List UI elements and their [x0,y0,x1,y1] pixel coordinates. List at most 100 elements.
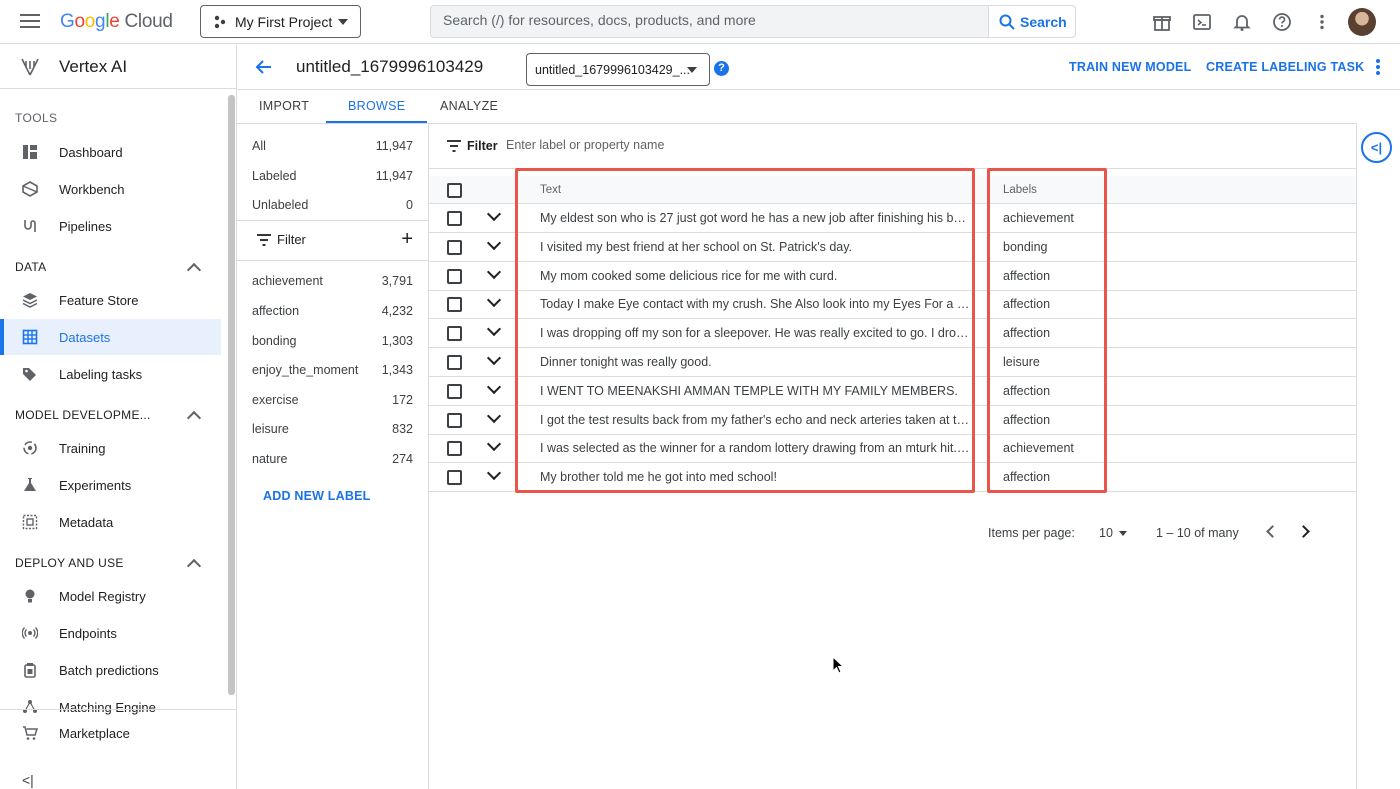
row-checkbox[interactable] [447,383,462,399]
table-row[interactable]: I WENT TO MEENAKSHI AMMAN TEMPLE WITH MY… [429,377,1356,406]
label-item[interactable]: bonding 1,303 [252,334,413,348]
add-icon[interactable]: + [401,228,413,251]
next-page-icon[interactable] [1297,525,1310,538]
expand-row-chevron-icon[interactable] [486,322,502,337]
sidebar-item-endpoints[interactable]: Endpoints [0,615,221,651]
sidebar-item-datasets[interactable]: Datasets [0,319,221,355]
table-row[interactable]: I visited my best friend at her school o… [429,233,1356,262]
row-checkbox[interactable] [447,412,462,428]
tab-import[interactable]: IMPORT [259,99,309,113]
table-row[interactable]: I was selected as the winner for a rando… [429,434,1356,464]
tab-analyze[interactable]: ANALYZE [440,99,498,113]
expand-panel-button[interactable]: <| [1361,132,1392,163]
label-item[interactable]: achievement 3,791 [252,274,413,288]
label-item[interactable]: leisure 832 [252,422,413,436]
filter-input[interactable] [506,138,906,152]
more-vert-icon[interactable] [1376,59,1380,77]
project-selector[interactable]: My First Project [200,5,361,38]
filter-icon [447,140,461,152]
deploy-section-header[interactable]: DEPLOY AND USE [15,555,205,574]
table-row[interactable]: Dinner tonight was really good. leisure [429,348,1356,377]
sidebar-item-labeling-tasks[interactable]: Labeling tasks [0,356,221,392]
back-arrow-icon[interactable] [255,58,273,76]
row-checkbox[interactable] [447,441,462,457]
sidebar-item-pipelines[interactable]: Pipelines [0,208,221,244]
expand-row-chevron-icon[interactable] [486,408,502,423]
expand-row-chevron-icon[interactable] [486,206,502,222]
train-new-model-button[interactable]: TRAIN NEW MODEL [1069,60,1191,74]
sidebar-item-metadata[interactable]: Metadata [0,504,221,540]
label-name: affection [252,304,300,318]
sidebar-scrollbar[interactable] [228,95,235,695]
previous-page-icon[interactable] [1266,525,1279,538]
table-row[interactable]: My eldest son who is 27 just got word he… [429,204,1356,233]
expand-row-chevron-icon[interactable] [486,379,502,394]
chevron-down-icon[interactable] [1119,531,1127,536]
google-cloud-logo[interactable]: Google Cloud [60,11,173,33]
expand-row-chevron-icon[interactable] [486,437,502,452]
dataset-version-select[interactable]: untitled_1679996103429_... [526,53,710,86]
bell-icon[interactable] [1228,8,1256,36]
main-menu-icon[interactable] [20,14,40,30]
label-summary-labeled[interactable]: Labeled 11,947 [252,169,413,183]
expand-row-chevron-icon[interactable] [486,350,502,366]
row-checkbox[interactable] [447,470,462,486]
sidebar-item-experiments[interactable]: Experiments [0,467,221,503]
cloud-shell-icon[interactable] [1188,8,1216,36]
expand-row-chevron-icon[interactable] [486,264,502,279]
search-box: Search [430,5,1076,38]
row-checkbox[interactable] [447,211,462,226]
expand-row-chevron-icon[interactable] [486,293,502,308]
label-name: exercise [252,393,299,407]
help-icon[interactable] [1268,8,1296,36]
row-checkbox[interactable] [447,239,462,255]
table-row[interactable]: Today I make Eye contact with my crush. … [429,290,1356,320]
table-row[interactable]: My brother told me he got into med schoo… [429,463,1356,493]
table-row[interactable]: My mom cooked some delicious rice for me… [429,262,1356,291]
sidebar-item-marketplace[interactable]: Marketplace [0,715,221,751]
sidebar-item-dashboard[interactable]: Dashboard [0,134,221,170]
items-per-page-select[interactable]: 10 [1099,526,1113,540]
collapse-sidebar-icon[interactable]: <| [22,772,34,788]
label-name: Labeled [252,169,297,183]
search-button[interactable]: Search [988,6,1075,37]
label-item[interactable]: exercise 172 [252,393,413,407]
sidebar-item-feature-store[interactable]: Feature Store [0,282,221,318]
row-checkbox[interactable] [447,355,462,370]
tools-section-label: TOOLS [15,111,58,125]
label-summary-all[interactable]: All 11,947 [252,139,413,153]
page-range: 1 – 10 of many [1156,526,1239,540]
row-checkbox[interactable] [447,268,462,284]
tab-browse[interactable]: BROWSE [348,99,405,113]
model-development-section-header[interactable]: MODEL DEVELOPME... [15,407,205,426]
sidebar-item-batch-predictions[interactable]: Batch predictions [0,652,221,688]
label-summary-unlabeled[interactable]: Unlabeled 0 [252,198,413,212]
search-input[interactable] [443,12,983,28]
row-checkbox[interactable] [447,326,462,342]
sidebar-item-workbench[interactable]: Workbench [0,171,221,207]
select-all-checkbox[interactable] [447,183,462,198]
sidebar-item-training[interactable]: Training [0,430,221,466]
table-row[interactable]: I got the test results back from my fath… [429,406,1356,435]
row-checkbox[interactable] [447,297,462,313]
column-header-labels[interactable]: Labels [1003,184,1037,196]
add-new-label-button[interactable]: ADD NEW LABEL [263,489,370,503]
create-labeling-task-button[interactable]: CREATE LABELING TASK [1206,60,1364,74]
gift-icon[interactable] [1148,8,1176,36]
table-filter-bar: Filter [429,124,1356,169]
expand-row-chevron-icon[interactable] [486,235,502,250]
label-item[interactable]: affection 4,232 [252,304,413,318]
cart-icon [22,725,38,741]
help-circle-icon[interactable]: ? [714,61,729,76]
expand-row-chevron-icon[interactable] [486,466,502,481]
more-vert-icon[interactable] [1308,8,1336,36]
label-item[interactable]: enjoy_the_moment 1,343 [252,363,413,377]
label-item[interactable]: nature 274 [252,452,413,466]
sidebar-item-model-registry[interactable]: Model Registry [0,578,221,614]
table-row[interactable]: I was dropping off my son for a sleepove… [429,319,1356,349]
label-filter[interactable]: Filter + [257,228,413,250]
avatar[interactable] [1348,8,1376,36]
data-section-header[interactable]: DATA [15,259,205,278]
column-header-text[interactable]: Text [540,184,561,196]
sidebar-item-label: Datasets [59,329,111,345]
